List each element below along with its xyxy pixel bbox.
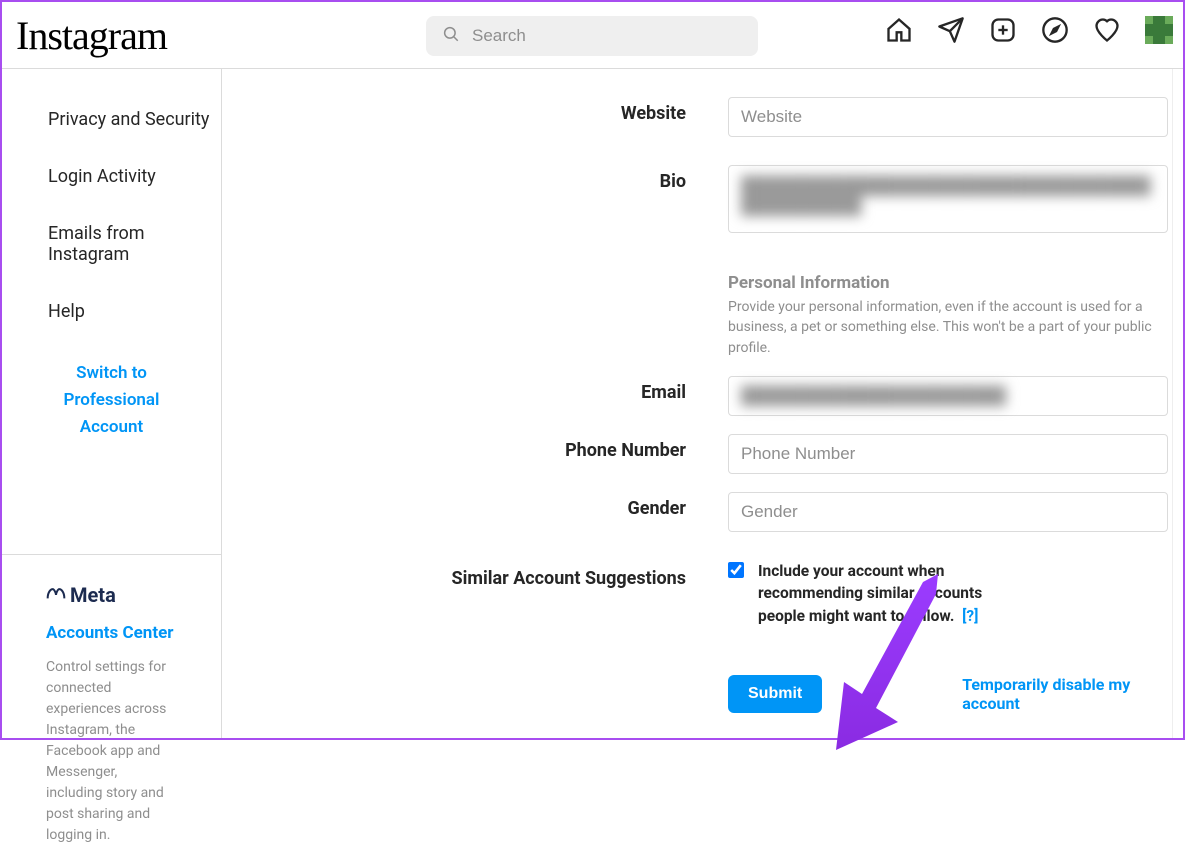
- search-input[interactable]: [472, 26, 742, 46]
- sidebar-item-privacy[interactable]: Privacy and Security: [2, 91, 221, 148]
- switch-professional-link[interactable]: Switch to Professional Account: [2, 340, 221, 466]
- bio-input[interactable]: ████████████████████████████████████████…: [728, 165, 1168, 233]
- sidebar-item-help[interactable]: Help: [2, 283, 221, 340]
- sidebar-item-login-activity[interactable]: Login Activity: [2, 148, 221, 205]
- personal-info-heading: Personal Information: [728, 273, 1172, 293]
- similar-suggestions-text: Include your account when recommending s…: [758, 560, 1018, 627]
- new-post-icon[interactable]: [989, 16, 1017, 44]
- bio-value: ████████████████████████████████████████…: [741, 176, 1151, 216]
- activity-icon[interactable]: [1093, 16, 1121, 44]
- top-icons: [885, 16, 1173, 44]
- messages-icon[interactable]: [937, 16, 965, 44]
- email-value: ██████████████████████: [741, 386, 1006, 406]
- similar-suggestions-checkbox[interactable]: [728, 562, 744, 578]
- profile-avatar[interactable]: [1145, 16, 1173, 44]
- accounts-center-desc: Control settings for connected experienc…: [46, 657, 177, 846]
- edit-profile-form: Website Bio ████████████████████████████…: [222, 69, 1173, 738]
- website-label: Website: [222, 97, 728, 124]
- bio-label: Bio: [222, 165, 728, 192]
- sidebar-item-emails[interactable]: Emails from Instagram: [2, 205, 221, 283]
- website-input[interactable]: [728, 97, 1168, 137]
- instagram-logo[interactable]: Instagram: [16, 12, 167, 59]
- search-box[interactable]: [426, 16, 758, 56]
- gender-input[interactable]: [728, 492, 1168, 532]
- top-nav: Instagram: [2, 2, 1183, 69]
- sidebar-footer: Meta Accounts Center Control settings fo…: [2, 554, 221, 846]
- phone-label: Phone Number: [222, 434, 728, 461]
- gender-label: Gender: [222, 492, 728, 519]
- disable-account-link[interactable]: Temporarily disable my account: [962, 675, 1172, 713]
- meta-brand-text: Meta: [70, 583, 116, 607]
- meta-logo: Meta: [46, 583, 177, 607]
- personal-info-desc: Provide your personal information, even …: [728, 297, 1172, 358]
- accounts-center-link[interactable]: Accounts Center: [46, 623, 177, 643]
- similar-suggestions-label: Similar Account Suggestions: [222, 560, 728, 591]
- search-icon: [442, 25, 472, 47]
- email-input[interactable]: ██████████████████████: [728, 376, 1168, 416]
- email-label: Email: [222, 376, 728, 403]
- home-icon[interactable]: [885, 16, 913, 44]
- settings-sidebar: Privacy and Security Login Activity Emai…: [2, 69, 222, 738]
- explore-icon[interactable]: [1041, 16, 1069, 44]
- submit-button[interactable]: Submit: [728, 675, 822, 713]
- similar-help-link[interactable]: [?]: [962, 607, 978, 625]
- phone-input[interactable]: [728, 434, 1168, 474]
